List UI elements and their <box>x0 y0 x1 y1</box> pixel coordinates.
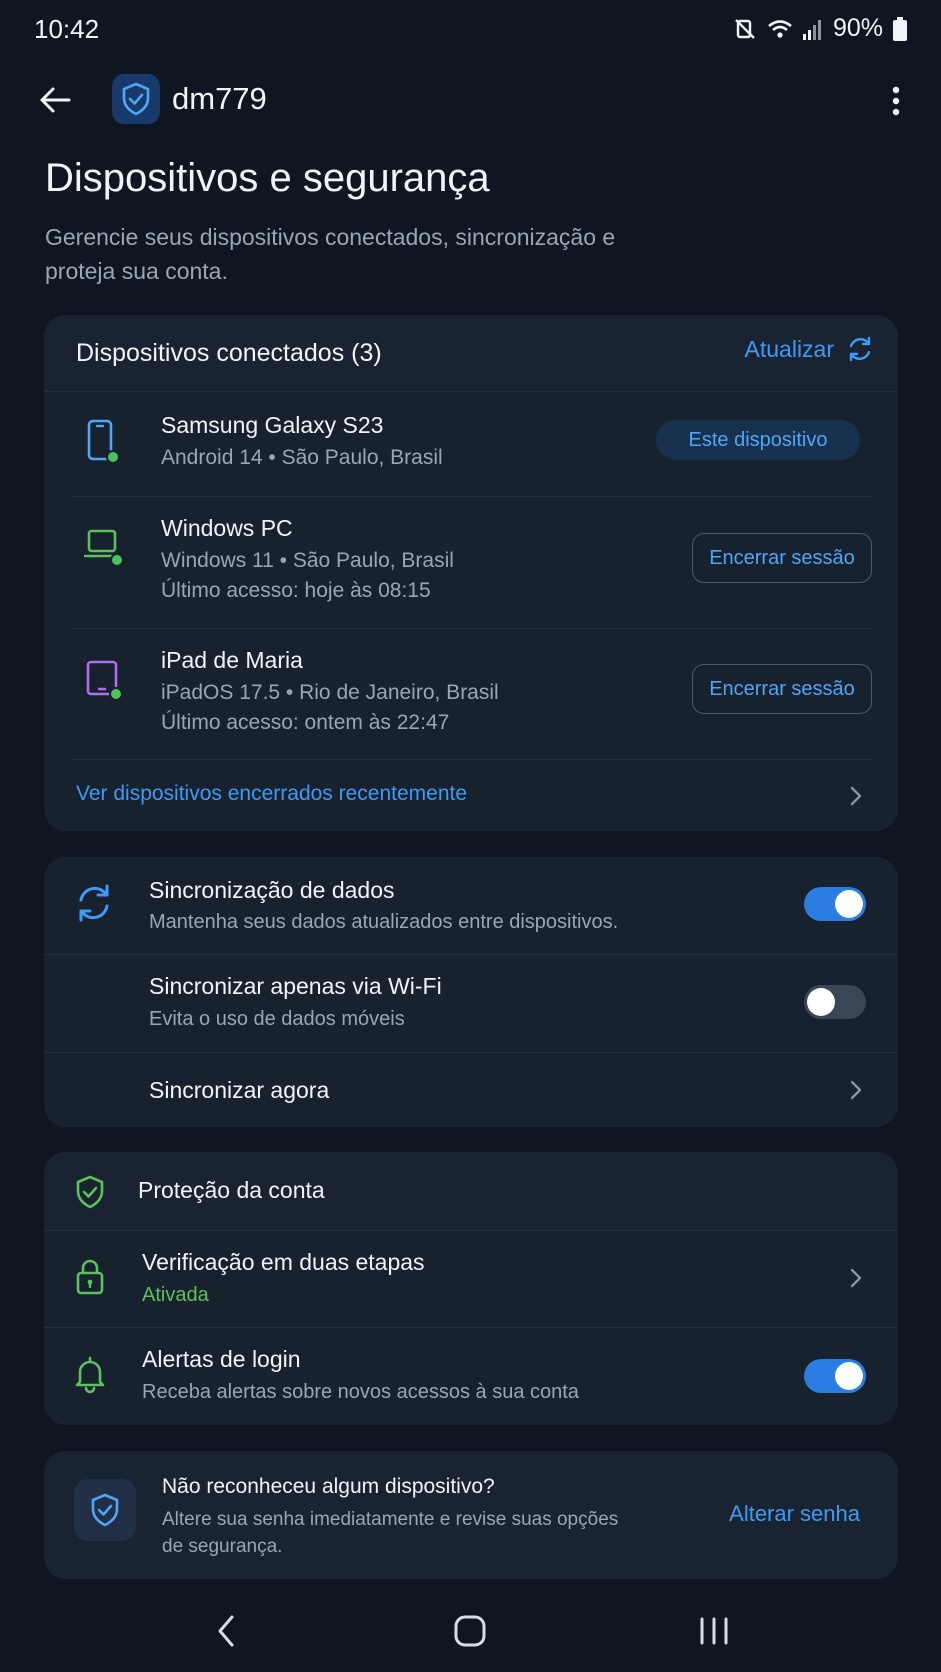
device-meta: Windows 11 • São Paulo, Brasil <box>161 549 454 572</box>
data-sync-title: Sincronização de dados <box>149 877 395 903</box>
login-alerts-subtitle: Receba alertas sobre novos acessos à sua… <box>142 1381 579 1403</box>
device-row-samsung[interactable]: Samsung Galaxy S23 Android 14 • São Paul… <box>44 392 898 496</box>
status-icons: 90% <box>733 14 907 43</box>
toggle-knob <box>835 890 863 918</box>
more-options-button[interactable] <box>881 76 911 126</box>
page-subtitle: Gerencie seus dispositivos conectados, s… <box>45 224 616 284</box>
app-logo <box>112 74 160 124</box>
arrow-left-icon <box>40 87 71 113</box>
toggle-knob <box>807 988 835 1016</box>
sync-card: Sincronização de dados Mantenha seus dad… <box>44 857 898 1127</box>
two-step-row[interactable]: Verificação em duas etapas Ativada <box>44 1231 898 1327</box>
data-sync-toggle[interactable] <box>804 887 866 921</box>
bell-icon <box>75 1356 105 1394</box>
signal-icon <box>802 18 823 40</box>
alert-title: Não reconheceu algum dispositivo? <box>162 1475 495 1498</box>
device-meta: iPadOS 17.5 • Rio de Janeiro, Brasil <box>161 681 499 704</box>
device-meta: Android 14 • São Paulo, Brasil <box>161 446 443 469</box>
system-nav-bar <box>0 1590 941 1672</box>
this-device-badge: Este dispositivo <box>656 420 860 460</box>
device-row-ipad[interactable]: iPad de Maria iPadOS 17.5 • Rio de Janei… <box>44 629 898 755</box>
device-name: Samsung Galaxy S23 <box>161 412 384 438</box>
sync-now-title: Sincronizar agora <box>149 1077 330 1103</box>
wifi-only-row[interactable]: Sincronizar apenas via Wi-Fi Evita o uso… <box>44 955 898 1052</box>
laptop-icon <box>83 525 128 575</box>
login-alerts-toggle[interactable] <box>804 1359 866 1393</box>
device-last-access: Último acesso: hoje às 08:15 <box>161 579 431 602</box>
two-step-title: Verificação em duas etapas <box>142 1249 425 1275</box>
device-name: iPad de Maria <box>161 647 303 673</box>
alert-body: Altere sua senha imediatamente e revise … <box>162 1509 619 1557</box>
alert-icon-box <box>74 1479 136 1541</box>
device-name: Windows PC <box>161 515 293 541</box>
refresh-button[interactable]: Atualizar <box>745 335 874 363</box>
more-vertical-icon <box>892 86 900 116</box>
chevron-left-icon <box>218 1615 234 1647</box>
tablet-icon <box>84 657 128 707</box>
lock-icon <box>76 1259 104 1295</box>
recent-devices-link[interactable]: Ver dispositivos encerrados recentemente <box>76 782 467 806</box>
page-title: Dispositivos e segurança <box>45 156 490 200</box>
recent-devices-row[interactable]: Ver dispositivos encerrados recentemente <box>44 760 898 831</box>
wifi-only-toggle[interactable] <box>804 985 866 1019</box>
login-alerts-row[interactable]: Alertas de login Receba alertas sobre no… <box>44 1328 898 1425</box>
chevron-right-icon <box>850 786 862 806</box>
chevron-right-icon <box>850 1080 862 1100</box>
device-last-access: Último acesso: ontem às 22:47 <box>161 711 450 734</box>
battery-percent: 90% <box>832 14 883 42</box>
status-bar: 10:42 90% <box>0 0 941 60</box>
change-password-button[interactable]: Alterar senha <box>729 1501 860 1527</box>
wifi-icon <box>767 18 793 40</box>
login-alerts-title: Alertas de login <box>142 1346 301 1372</box>
end-session-button[interactable]: Encerrar sessão <box>692 533 872 583</box>
device-row-windows-pc[interactable]: Windows PC Windows 11 • São Paulo, Brasi… <box>44 497 898 625</box>
sync-icon <box>79 884 109 922</box>
screen: 10:42 90% dm779 Dispositivos e segurança… <box>0 0 941 1672</box>
smartphone-icon <box>84 418 128 468</box>
wifi-only-title: Sincronizar apenas via Wi-Fi <box>149 973 442 999</box>
status-time: 10:42 <box>34 14 100 44</box>
account-name: dm779 <box>172 81 267 116</box>
devices-card-header: Dispositivos conectados (3) Atualizar <box>44 315 898 391</box>
protection-header: Proteção da conta <box>44 1152 898 1230</box>
data-sync-subtitle: Mantenha seus dados atualizados entre di… <box>149 911 619 933</box>
battery-icon <box>893 16 907 41</box>
nav-recents-button[interactable] <box>684 1606 744 1656</box>
nav-home-button[interactable] <box>440 1606 500 1656</box>
account-protection-card: Proteção da conta Verificação em duas et… <box>44 1152 898 1425</box>
two-step-status: Ativada <box>142 1284 209 1306</box>
devices-card-title: Dispositivos conectados (3) <box>76 339 382 367</box>
app-bar: dm779 <box>0 62 941 138</box>
sync-now-row[interactable]: Sincronizar agora <box>44 1053 898 1127</box>
chevron-right-icon <box>850 1268 862 1288</box>
toggle-knob <box>835 1362 863 1390</box>
protection-title: Proteção da conta <box>138 1177 325 1203</box>
nav-back-button[interactable] <box>196 1606 256 1656</box>
shield-check-icon <box>91 1493 119 1527</box>
home-icon <box>454 1615 486 1647</box>
end-session-button[interactable]: Encerrar sessão <box>692 664 872 714</box>
back-button[interactable] <box>30 78 80 122</box>
refresh-label: Atualizar <box>744 335 834 362</box>
refresh-icon <box>849 336 871 362</box>
shield-check-icon <box>76 1175 104 1209</box>
connected-devices-card: Dispositivos conectados (3) Atualizar Sa… <box>44 315 898 831</box>
mute-icon <box>733 17 757 41</box>
unrecognized-device-card: Não reconheceu algum dispositivo? Altere… <box>44 1451 898 1579</box>
shield-check-icon <box>122 82 150 116</box>
wifi-only-subtitle: Evita o uso de dados móveis <box>149 1008 405 1030</box>
data-sync-row[interactable]: Sincronização de dados Mantenha seus dad… <box>44 857 898 954</box>
recents-icon <box>700 1617 728 1645</box>
